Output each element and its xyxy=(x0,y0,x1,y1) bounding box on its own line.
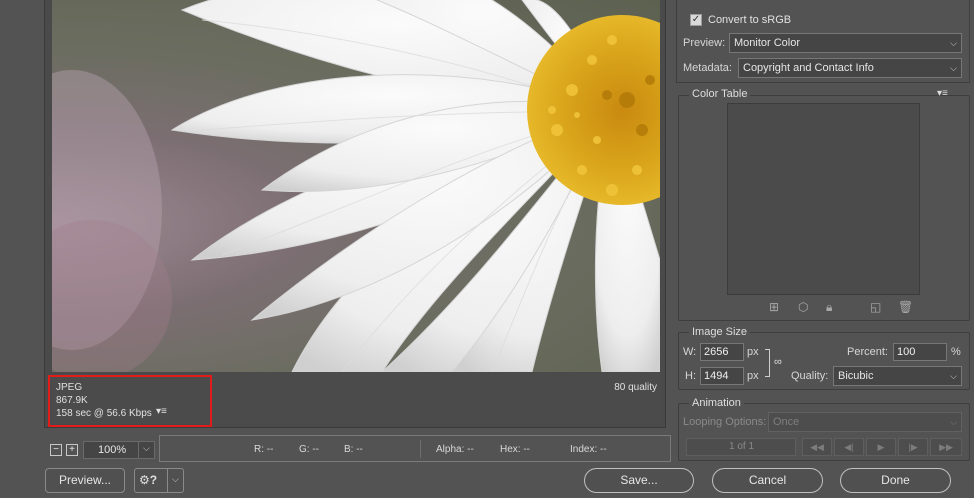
height-unit: px xyxy=(747,370,759,382)
zoom-level-select[interactable]: 100% ⌵ xyxy=(83,441,155,459)
metadata-label: Metadata: xyxy=(683,62,732,74)
chevron-down-icon: ⌵ xyxy=(950,63,957,73)
metadata-value: Copyright and Contact Info xyxy=(743,62,874,74)
done-button[interactable]: Done xyxy=(840,468,951,493)
percent-unit: % xyxy=(951,346,961,358)
trash-icon[interactable]: 🗑︎ xyxy=(898,300,913,314)
preview-button[interactable]: Preview... xyxy=(45,468,125,493)
zoom-in-button[interactable]: + xyxy=(66,444,78,456)
zoom-in-icon: + xyxy=(69,444,75,455)
lock-icon[interactable]: 🔒︎ xyxy=(826,300,832,315)
convert-srgb-checkbox[interactable]: ✓ xyxy=(690,14,702,26)
color-table-swatches[interactable] xyxy=(727,103,920,295)
info-highlight-box xyxy=(48,375,212,427)
height-label: H: xyxy=(685,370,696,382)
percent-label: Percent: xyxy=(847,346,888,358)
preview-mode-select[interactable]: Monitor Color ⌵ xyxy=(729,33,962,53)
convert-srgb-label: Convert to sRGB xyxy=(708,14,792,26)
link-icon[interactable]: ∞ xyxy=(774,356,782,368)
red-value: R: -- xyxy=(254,444,274,455)
last-frame-icon: ▶▶ xyxy=(939,442,953,452)
width-label: W: xyxy=(683,346,697,358)
green-value: G: -- xyxy=(299,444,319,455)
previous-frame-icon: ◀| xyxy=(844,442,854,452)
looping-options-select[interactable]: Once ⌵ xyxy=(768,412,962,432)
percent-value: 100 xyxy=(897,346,916,358)
zoom-out-button[interactable]: − xyxy=(50,444,62,456)
pixel-info-panel: R: -- G: -- B: -- Alpha: -- Hex: -- Inde… xyxy=(159,435,671,462)
browser-preview-icon: ⚙? xyxy=(139,473,158,487)
chevron-down-icon: ⌵ xyxy=(143,443,150,453)
alpha-value: Alpha: -- xyxy=(436,444,474,455)
quality-method-select[interactable]: Bicubic ⌵ xyxy=(833,366,962,386)
chevron-down-icon: ⌵ xyxy=(172,474,179,484)
flower-photo xyxy=(52,0,660,372)
chevron-down-icon: ⌵ xyxy=(950,38,957,48)
height-input[interactable]: 1494 xyxy=(700,367,744,385)
color-table-title: Color Table xyxy=(689,88,751,100)
next-frame-button[interactable]: |▶ xyxy=(898,438,928,456)
next-frame-icon: |▶ xyxy=(908,442,918,452)
height-value: 1494 xyxy=(704,370,729,382)
preview-mode-label: Preview: xyxy=(683,37,726,49)
image-size-title: Image Size xyxy=(689,326,751,338)
zoom-level-value: 100% xyxy=(98,444,127,456)
percent-input[interactable]: 100 xyxy=(893,343,947,361)
first-frame-button[interactable]: ◀◀ xyxy=(802,438,832,456)
hex-value: Hex: -- xyxy=(500,444,530,455)
play-icon: ▶ xyxy=(877,442,885,452)
zoom-dropdown-button[interactable]: ⌵ xyxy=(138,442,155,458)
chevron-down-icon: ⌵ xyxy=(950,371,957,381)
looping-options-value: Once xyxy=(773,416,800,428)
play-button[interactable]: ▶ xyxy=(866,438,896,456)
divider xyxy=(420,440,421,458)
width-unit: px xyxy=(747,346,759,358)
quality-method-label: Quality: xyxy=(791,370,829,382)
looping-options-label: Looping Options: xyxy=(683,416,767,428)
divider xyxy=(167,469,168,492)
animation-title: Animation xyxy=(689,397,744,409)
frame-counter-box: 1 of 1 xyxy=(686,438,796,456)
blue-value: B: -- xyxy=(344,444,363,455)
constrain-bracket xyxy=(765,349,770,377)
last-frame-button[interactable]: ▶▶ xyxy=(930,438,962,456)
color-table-menu-icon[interactable]: ▾≡ xyxy=(937,88,948,99)
preview-image[interactable] xyxy=(52,0,660,372)
preview-mode-value: Monitor Color xyxy=(734,37,801,49)
zoom-out-icon: − xyxy=(53,444,59,455)
browser-preview-select[interactable]: ⚙? ⌵ xyxy=(134,468,184,493)
map-colors-icon[interactable]: ⊞ xyxy=(769,300,779,314)
frame-counter: 1 of 1 xyxy=(729,441,755,452)
first-frame-icon: ◀◀ xyxy=(810,442,824,452)
width-value: 2656 xyxy=(704,346,729,358)
metadata-select[interactable]: Copyright and Contact Info ⌵ xyxy=(738,58,962,78)
web-shift-icon[interactable]: ⬡ xyxy=(798,300,808,314)
checkmark-icon: ✓ xyxy=(691,14,701,25)
new-color-icon[interactable]: ◱ xyxy=(870,300,881,314)
previous-frame-button[interactable]: ◀| xyxy=(834,438,864,456)
chevron-down-icon: ⌵ xyxy=(950,417,957,427)
cancel-button[interactable]: Cancel xyxy=(712,468,823,493)
quality-label: 80 quality xyxy=(614,382,657,393)
save-button[interactable]: Save... xyxy=(584,468,694,493)
index-value: Index: -- xyxy=(570,444,607,455)
quality-method-value: Bicubic xyxy=(838,370,874,382)
width-input[interactable]: 2656 xyxy=(700,343,744,361)
